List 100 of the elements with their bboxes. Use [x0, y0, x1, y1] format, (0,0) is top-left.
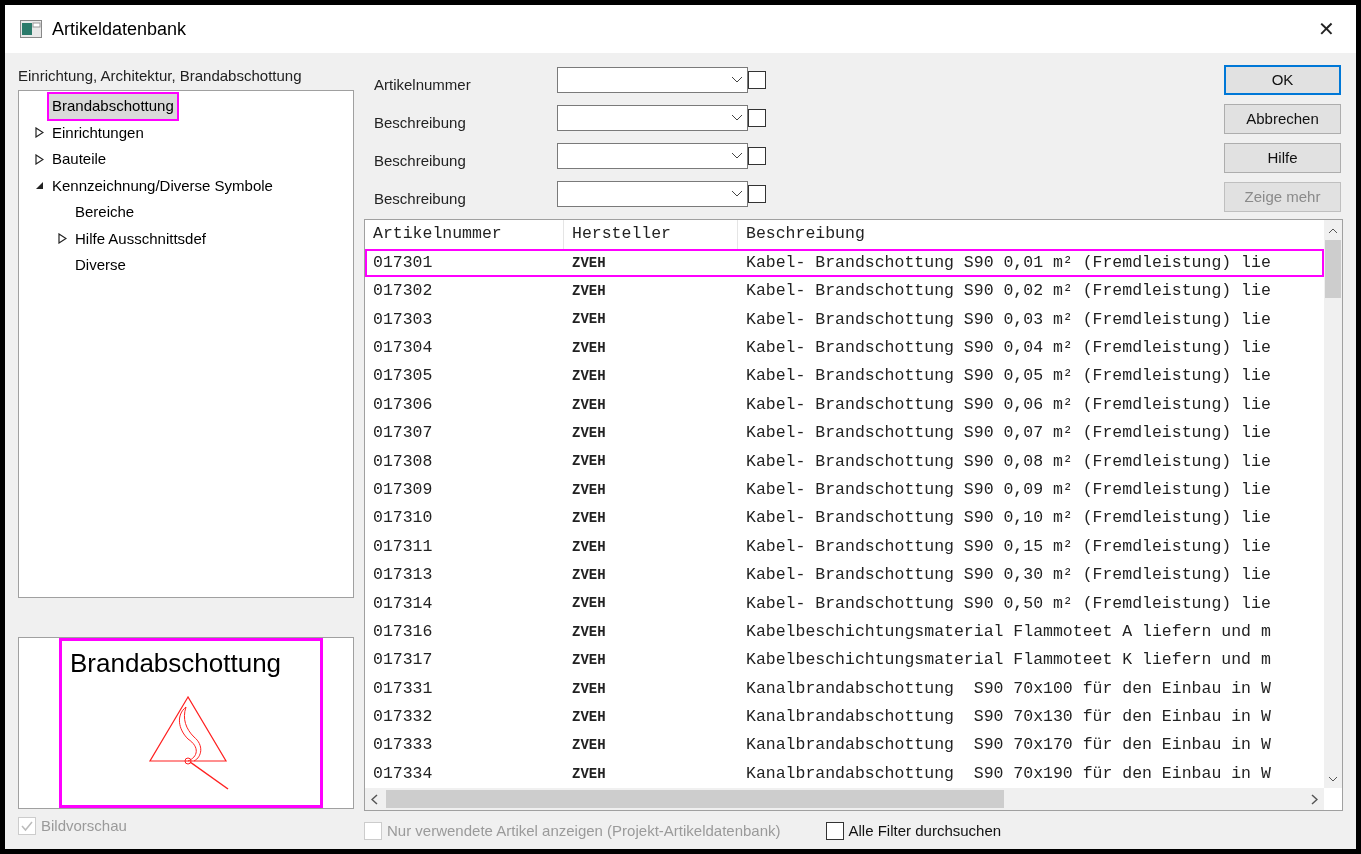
- table-cell-text: Kabel- Brandschottung S90 0,02 m² (Fremdleistung) lie: [745, 280, 1272, 303]
- table-row[interactable]: 017304 ZVEH Kabel- Brandschottung S90 0,04 m² (Fremdleistung) lie: [365, 334, 1324, 363]
- horizontal-scrollbar[interactable]: [365, 788, 1324, 810]
- table-cell-text: Kabel- Brandschottung S90 0,15 m² (Fremdleistung) lie: [745, 535, 1272, 558]
- table-cell-text: Kabel- Brandschottung S90 0,30 m² (Fremdleistung) lie: [745, 564, 1272, 587]
- chevron-left-icon[interactable]: [371, 793, 378, 805]
- table-cell-text: ZVEH: [571, 622, 607, 642]
- table-cell-text: ZVEH: [571, 707, 607, 727]
- filter-dropdown[interactable]: [557, 104, 748, 131]
- table-row[interactable]: 017332 ZVEH Kanalbrandabschottung S90 70x130 für den Einbau in W: [365, 703, 1324, 732]
- table-cell-text: 017316: [372, 620, 434, 643]
- table-cell-text: Kabel- Brandschottung S90 0,03 m² (Fremdleistung) lie: [745, 308, 1272, 331]
- table-cell-text: ZVEH: [571, 338, 607, 358]
- dialog-button[interactable]: OK: [1224, 65, 1341, 95]
- table-cell-text: Kabel- Brandschottung S90 0,06 m² (Fremdleistung) lie: [745, 393, 1272, 416]
- table-row[interactable]: 017302 ZVEH Kabel- Brandschottung S90 0,02 m² (Fremdleistung) lie: [365, 277, 1324, 306]
- table-row[interactable]: 017309 ZVEH Kabel- Brandschottung S90 0,09 m² (Fremdleistung) lie: [365, 476, 1324, 505]
- table-cell-text: ZVEH: [571, 424, 607, 444]
- tree-item[interactable]: Brandabschottung: [49, 94, 177, 119]
- table-row[interactable]: 017303 ZVEH Kabel- Brandschottung S90 0,03 m² (Fremdleistung) lie: [365, 305, 1324, 335]
- table-row[interactable]: 017316 ZVEH Kabelbeschichtungsmaterial Flammoteet A liefern und m: [365, 618, 1324, 647]
- chevron-right-icon[interactable]: [1311, 793, 1318, 805]
- table-cell-text: ZVEH: [571, 566, 607, 585]
- table-cell-text: Kanalbrandabschottung S90 70x190 für den Einbau in W: [745, 762, 1272, 785]
- dialog-button[interactable]: Abbrechen: [1224, 104, 1341, 134]
- chevron-up-icon[interactable]: [1328, 228, 1338, 234]
- table-cell-text: Kabel- Brandschottung S90 0,50 m² (Fremdleistung) lie: [745, 592, 1272, 615]
- filter-label: Beschreibung: [374, 151, 467, 172]
- table-cell-text: ZVEH: [571, 253, 607, 273]
- table-cell-text: 017317: [372, 649, 434, 672]
- table-row[interactable]: 017314 ZVEH Kabel- Brandschottung S90 0,50 m² (Fremdleistung) lie: [365, 589, 1324, 619]
- close-button[interactable]: ✕: [1311, 14, 1341, 44]
- table-row[interactable]: 017331 ZVEH Kanalbrandabschottung S90 70x100 für den Einbau in W: [365, 674, 1324, 704]
- scrollbar-thumb[interactable]: [1325, 240, 1341, 298]
- collapsed-triangle-icon[interactable]: [34, 127, 44, 139]
- table-cell-text: Kabel- Brandschottung S90 0,01 m² (Fremdleistung) lie: [745, 251, 1272, 274]
- scrollbar-thumb[interactable]: [386, 790, 1004, 808]
- table-row[interactable]: 017311 ZVEH Kabel- Brandschottung S90 0,15 m² (Fremdleistung) lie: [365, 532, 1324, 562]
- filter-dropdown[interactable]: [557, 66, 748, 93]
- table-row[interactable]: 017310 ZVEH Kabel- Brandschottung S90 0,10 m² (Fremdleistung) lie: [365, 504, 1324, 533]
- filter-checkbox[interactable]: [748, 146, 766, 165]
- chevron-down-icon[interactable]: [1328, 776, 1338, 782]
- table-row[interactable]: 017334 ZVEH Kanalbrandabschottung S90 70x190 für den Einbau in W: [365, 760, 1324, 789]
- table-row[interactable]: 017317 ZVEH Kabelbeschichtungsmaterial Flammoteet K liefern und m: [365, 646, 1324, 675]
- table-cell-text: 017305: [372, 365, 434, 388]
- column-header[interactable]: Artikelnummer: [365, 220, 564, 249]
- table-cell-text: ZVEH: [571, 537, 607, 557]
- table-cell-text: ZVEH: [571, 509, 607, 529]
- tree-item[interactable]: Bereiche: [72, 200, 138, 225]
- table-cell-text: Kanalbrandabschottung S90 70x100 für den Einbau in W: [745, 677, 1272, 700]
- filter-checkbox[interactable]: [748, 70, 766, 89]
- tree-item[interactable]: Hilfe Ausschnittsdef: [72, 226, 209, 251]
- table-cell-text: ZVEH: [571, 367, 607, 387]
- table-row[interactable]: 017305 ZVEH Kabel- Brandschottung S90 0,05 m² (Fremdleistung) lie: [365, 362, 1324, 391]
- table-cell-text: ZVEH: [571, 480, 607, 500]
- tree-item[interactable]: Kennzeichnung/Diverse Symbole: [49, 173, 276, 198]
- filter-checkbox[interactable]: [748, 108, 766, 127]
- tree-path-label: Einrichtung, Architektur, Brandabschottung: [18, 66, 303, 86]
- table-cell-text: ZVEH: [571, 736, 607, 756]
- filter-dropdown[interactable]: [557, 180, 748, 207]
- table-cell-text: 017304: [372, 337, 434, 359]
- table-row[interactable]: 017301 ZVEH Kabel- Brandschottung S90 0,01 m² (Fremdleistung) lie: [365, 249, 1324, 278]
- table-cell-text: Kabel- Brandschottung S90 0,10 m² (Fremdleistung) lie: [745, 507, 1272, 530]
- table-cell-text: ZVEH: [571, 651, 607, 671]
- tree-item[interactable]: Einrichtungen: [49, 120, 147, 145]
- table-row[interactable]: 017308 ZVEH Kabel- Brandschottung S90 0,08 m² (Fremdleistung) lie: [365, 447, 1324, 477]
- column-header[interactable]: Hersteller: [564, 220, 738, 249]
- dialog-button[interactable]: Hilfe: [1224, 143, 1341, 173]
- table-row[interactable]: 017306 ZVEH Kabel- Brandschottung S90 0,06 m² (Fremdleistung) lie: [365, 390, 1324, 420]
- table-cell-text: 017331: [372, 677, 434, 700]
- tree-item[interactable]: Diverse: [72, 253, 129, 278]
- filter-label: Beschreibung: [374, 189, 467, 210]
- filter-checkbox[interactable]: [748, 184, 766, 203]
- table-row[interactable]: 017313 ZVEH Kabel- Brandschottung S90 0,30 m² (Fremdleistung) lie: [365, 561, 1324, 590]
- chevron-down-icon: [731, 114, 743, 121]
- table-cell-text: Kanalbrandabschottung S90 70x130 für den Einbau in W: [745, 706, 1272, 729]
- filter-dropdown[interactable]: [557, 142, 748, 169]
- table-cell-text: Kabel- Brandschottung S90 0,07 m² (Fremdleistung) lie: [745, 422, 1272, 445]
- table-cell-text: 017310: [372, 507, 434, 530]
- option-checkbox[interactable]: [825, 822, 844, 841]
- vertical-scrollbar[interactable]: [1324, 220, 1342, 788]
- tree-item[interactable]: Bauteile: [49, 147, 110, 172]
- collapsed-triangle-icon[interactable]: [57, 233, 67, 245]
- table-cell-text: ZVEH: [571, 679, 607, 699]
- expanded-triangle-icon[interactable]: [34, 181, 44, 191]
- preview-title: Brandabschottung: [70, 647, 282, 680]
- table-cell-text: 017301: [372, 251, 434, 274]
- table-cell-text: Kabel- Brandschottung S90 0,04 m² (Fremdleistung) lie: [745, 337, 1272, 359]
- table-cell-text: 017313: [372, 564, 434, 587]
- table-cell-text: 017309: [372, 478, 434, 501]
- column-header[interactable]: Beschreibung: [738, 220, 1324, 249]
- table-cell-text: 017306: [372, 393, 434, 416]
- fire-barrier-symbol-icon: [148, 695, 230, 791]
- table-cell-text: Kabel- Brandschottung S90 0,08 m² (Fremdleistung) lie: [745, 450, 1272, 473]
- table-row[interactable]: 017307 ZVEH Kabel- Brandschottung S90 0,07 m² (Fremdleistung) lie: [365, 419, 1324, 448]
- table-cell-text: Kabel- Brandschottung S90 0,05 m² (Fremdleistung) lie: [745, 365, 1272, 388]
- chevron-down-icon: [731, 152, 743, 159]
- collapsed-triangle-icon[interactable]: [34, 153, 44, 165]
- table-cell-text: ZVEH: [571, 594, 607, 614]
- table-row[interactable]: 017333 ZVEH Kanalbrandabschottung S90 70x170 für den Einbau in W: [365, 731, 1324, 761]
